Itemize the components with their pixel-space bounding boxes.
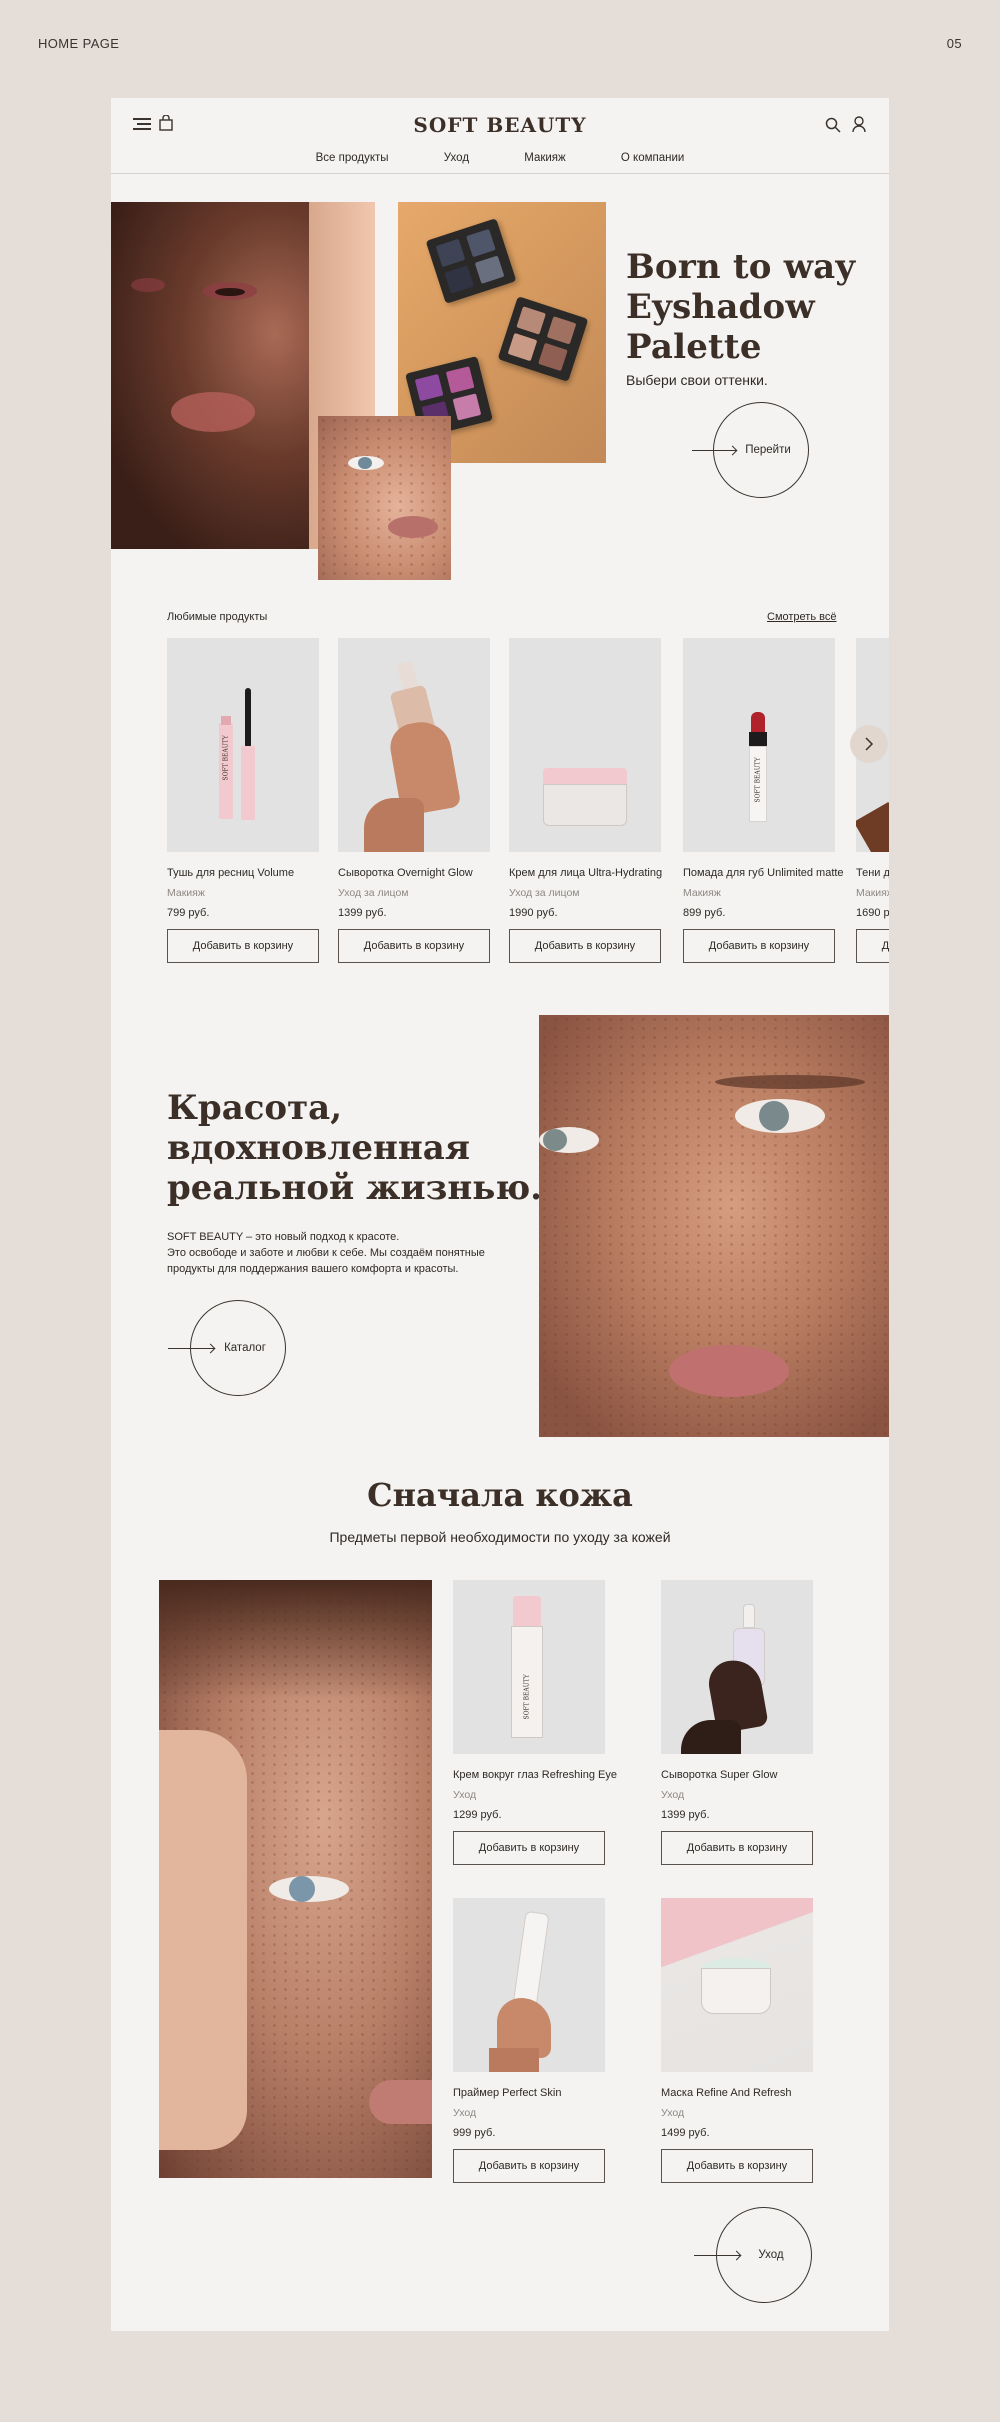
product-category: Уход [453,1789,477,1801]
beauty-text-line: Это освободе и заботе и любви к себе. Мы… [167,1247,485,1259]
main-nav: Все продукты Уход Макияж О компании [111,152,889,164]
product-card: SOFT BEAUTY Крем вокруг глаз Refreshing … [453,1580,617,1865]
hero-subtitle: Выбери свои оттенки. [626,372,768,388]
product-price: 1990 руб. [509,907,558,919]
product-category: Уход [661,2107,685,2119]
add-to-cart-button[interactable]: Добавить в корзину [856,929,889,963]
hero-title-line: Eyshadow [626,287,815,327]
product-category: Уход [661,1789,685,1801]
nav-about[interactable]: О компании [621,152,684,164]
beauty-title-line: вдохновленная [167,1128,470,1168]
product-name[interactable]: Помада для губ Unlimited matte [683,867,844,879]
logo[interactable]: SOFT BEAUTY [111,113,889,137]
add-to-cart-button[interactable]: Добавить в корзину [661,2149,813,2183]
product-card: Крем для лица Ultra-Hydrating Уход за ли… [509,638,662,963]
product-category: Уход за лицом [509,887,580,899]
product-name[interactable]: Крем для лица Ultra-Hydrating [509,867,662,879]
beauty-text-line: SOFT BEAUTY – это новый подход к красоте… [167,1231,400,1243]
product-name[interactable]: Крем вокруг глаз Refreshing Eye [453,1769,617,1781]
product-category: Макияж [683,887,721,899]
nav-all-products[interactable]: Все продукты [316,152,389,164]
product-price: 1499 руб. [661,2127,710,2139]
product-name[interactable]: Сыворотка Super Glow [661,1769,813,1781]
chevron-right-icon [865,737,874,751]
carousel-next-button[interactable] [850,725,888,763]
catalog-button[interactable]: Каталог [168,1300,286,1396]
product-image-mask [661,1898,813,2072]
product-name[interactable]: Маска Refine And Refresh [661,2087,813,2099]
product-price: 799 руб. [167,907,210,919]
nav-makeup[interactable]: Макияж [524,152,565,164]
beauty-text-line: продукты для поддержания вашего комфорта… [167,1263,459,1275]
site-mockup: SOFT BEAUTY Все продукты Уход Макияж О к… [111,98,889,2331]
product-image-primer [453,1898,605,2072]
product-price: 999 руб. [453,2127,496,2139]
product-card: SOFT BEAUTY Помада для губ Unlimited mat… [683,638,844,963]
product-image-mascara: SOFT BEAUTY [167,638,319,852]
product-card: Праймер Perfect Skin Уход 999 руб. Добав… [453,1898,605,2183]
product-category: Уход за лицом [338,887,409,899]
product-image-lipstick: SOFT BEAUTY [683,638,835,852]
add-to-cart-button[interactable]: Добавить в корзину [509,929,661,963]
beauty-description: SOFT BEAUTY – это новый подход к красоте… [167,1229,485,1277]
product-price: 1399 руб. [661,1809,710,1821]
beauty-title-line: реальной жизнью. [167,1168,543,1208]
product-card: SOFT BEAUTY Тушь для ресниц Volume Макия… [167,638,319,963]
freckled-face-photo [539,1015,889,1437]
eye-cream-brand-label: SOFT BEAUTY [523,1674,531,1720]
nav-care[interactable]: Уход [444,152,469,164]
freckled-model-photo [318,416,451,580]
header: SOFT BEAUTY Все продукты Уход Макияж О к… [111,98,889,174]
add-to-cart-button[interactable]: Добавить в корзину [167,929,319,963]
page-label: HOME PAGE [38,36,120,51]
mascara-brand-label: SOFT BEAUTY [222,735,230,781]
skincare-label: Уход [758,2249,784,2261]
search-icon[interactable] [825,117,841,133]
product-category: Макияж [167,887,205,899]
product-price: 1690 руб. [856,907,889,919]
hero-go-label: Перейти [745,444,791,456]
add-to-cart-button[interactable]: Добавить в корзину [661,1831,813,1865]
add-to-cart-button[interactable]: Добавить в корзину [683,929,835,963]
beauty-title-line: Красота, [167,1088,343,1128]
product-image-serum [338,638,490,852]
product-name[interactable]: Сыворотка Overnight Glow [338,867,490,879]
skin-subtitle: Предметы первой необходимости по уходу з… [329,1529,671,1545]
product-name[interactable]: Тени для век [856,867,889,879]
hero-title: Born to way Eyshadow Palette [626,247,855,367]
skin-model-photo [159,1580,432,2178]
product-card: Маска Refine And Refresh Уход 1499 руб. … [661,1898,813,2183]
product-price: 1299 руб. [453,1809,502,1821]
product-category: Уход [453,2107,477,2119]
add-to-cart-button[interactable]: Добавить в корзину [453,2149,605,2183]
beauty-title: Красота, вдохновленная реальной жизнью. [167,1088,542,1208]
product-name[interactable]: Тушь для ресниц Volume [167,867,319,879]
product-category: Макияж [856,887,889,899]
hero-title-line: Born to way [626,247,856,287]
skin-title: Сначала кожа [367,1476,633,1514]
product-card: Сыворотка Overnight Glow Уход за лицом 1… [338,638,490,963]
hero-title-line: Palette [626,327,762,367]
lipstick-brand-label: SOFT BEAUTY [754,757,762,803]
catalog-label: Каталог [224,1342,266,1354]
favorites-title: Любимые продукты [167,611,268,623]
product-name[interactable]: Праймер Perfect Skin [453,2087,605,2099]
product-image-eye-cream: SOFT BEAUTY [453,1580,605,1754]
product-price: 899 руб. [683,907,726,919]
add-to-cart-button[interactable]: Добавить в корзину [453,1831,605,1865]
user-icon[interactable] [852,116,866,133]
add-to-cart-button[interactable]: Добавить в корзину [338,929,490,963]
page-number: 05 [946,36,962,51]
hero-go-button[interactable]: Перейти [692,402,809,498]
product-image-super-glow [661,1580,813,1754]
product-image-face-cream [509,638,661,852]
product-card: Сыворотка Super Glow Уход 1399 руб. Доба… [661,1580,813,1865]
product-card: Тени для век Макияж 1690 руб. Добавить в… [856,638,889,963]
skincare-button[interactable]: Уход [694,2207,812,2303]
see-all-link[interactable]: Смотреть всё [767,611,836,623]
product-price: 1399 руб. [338,907,387,919]
